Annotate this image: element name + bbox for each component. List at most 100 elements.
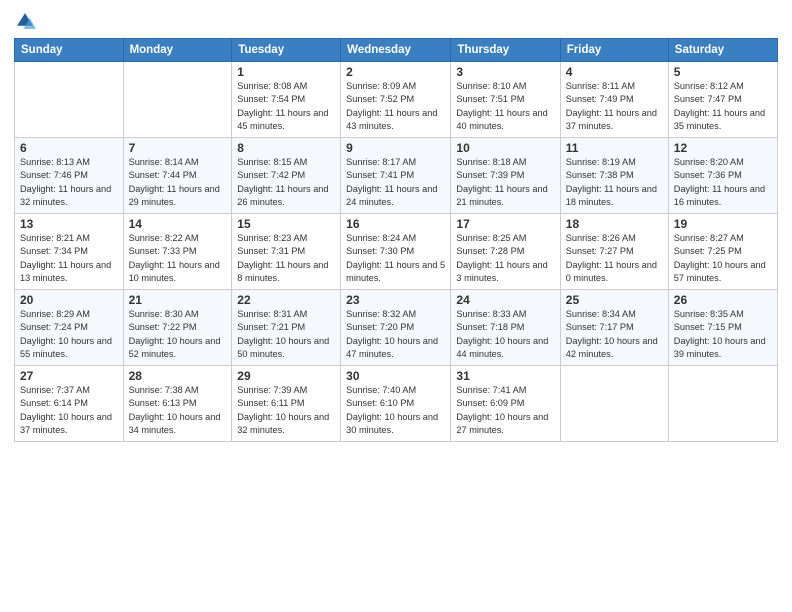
day-info: Sunrise: 8:10 AM Sunset: 7:51 PM Dayligh…	[456, 80, 554, 133]
calendar-cell: 29Sunrise: 7:39 AM Sunset: 6:11 PM Dayli…	[232, 366, 341, 442]
day-number: 29	[237, 369, 335, 383]
calendar-cell: 28Sunrise: 7:38 AM Sunset: 6:13 PM Dayli…	[123, 366, 232, 442]
calendar-cell	[668, 366, 777, 442]
day-info: Sunrise: 8:23 AM Sunset: 7:31 PM Dayligh…	[237, 232, 335, 285]
week-row-5: 27Sunrise: 7:37 AM Sunset: 6:14 PM Dayli…	[15, 366, 778, 442]
day-info: Sunrise: 7:38 AM Sunset: 6:13 PM Dayligh…	[129, 384, 227, 437]
day-number: 9	[346, 141, 445, 155]
day-number: 31	[456, 369, 554, 383]
day-info: Sunrise: 8:19 AM Sunset: 7:38 PM Dayligh…	[566, 156, 663, 209]
calendar-cell: 2Sunrise: 8:09 AM Sunset: 7:52 PM Daylig…	[341, 62, 451, 138]
day-number: 12	[674, 141, 772, 155]
calendar-cell: 16Sunrise: 8:24 AM Sunset: 7:30 PM Dayli…	[341, 214, 451, 290]
weekday-header-monday: Monday	[123, 39, 232, 62]
day-number: 15	[237, 217, 335, 231]
weekday-header-sunday: Sunday	[15, 39, 124, 62]
week-row-4: 20Sunrise: 8:29 AM Sunset: 7:24 PM Dayli…	[15, 290, 778, 366]
calendar-table: SundayMondayTuesdayWednesdayThursdayFrid…	[14, 38, 778, 442]
day-info: Sunrise: 7:37 AM Sunset: 6:14 PM Dayligh…	[20, 384, 118, 437]
calendar-cell: 15Sunrise: 8:23 AM Sunset: 7:31 PM Dayli…	[232, 214, 341, 290]
calendar-cell: 8Sunrise: 8:15 AM Sunset: 7:42 PM Daylig…	[232, 138, 341, 214]
calendar-cell	[15, 62, 124, 138]
logo-icon	[14, 10, 36, 32]
calendar-cell: 26Sunrise: 8:35 AM Sunset: 7:15 PM Dayli…	[668, 290, 777, 366]
week-row-1: 1Sunrise: 8:08 AM Sunset: 7:54 PM Daylig…	[15, 62, 778, 138]
day-number: 5	[674, 65, 772, 79]
day-number: 7	[129, 141, 227, 155]
calendar-cell: 6Sunrise: 8:13 AM Sunset: 7:46 PM Daylig…	[15, 138, 124, 214]
calendar-cell: 31Sunrise: 7:41 AM Sunset: 6:09 PM Dayli…	[451, 366, 560, 442]
weekday-header-wednesday: Wednesday	[341, 39, 451, 62]
day-number: 18	[566, 217, 663, 231]
day-info: Sunrise: 8:18 AM Sunset: 7:39 PM Dayligh…	[456, 156, 554, 209]
calendar-cell: 10Sunrise: 8:18 AM Sunset: 7:39 PM Dayli…	[451, 138, 560, 214]
day-number: 8	[237, 141, 335, 155]
calendar-cell: 4Sunrise: 8:11 AM Sunset: 7:49 PM Daylig…	[560, 62, 668, 138]
calendar-cell: 22Sunrise: 8:31 AM Sunset: 7:21 PM Dayli…	[232, 290, 341, 366]
day-info: Sunrise: 8:15 AM Sunset: 7:42 PM Dayligh…	[237, 156, 335, 209]
calendar-cell: 17Sunrise: 8:25 AM Sunset: 7:28 PM Dayli…	[451, 214, 560, 290]
day-info: Sunrise: 8:08 AM Sunset: 7:54 PM Dayligh…	[237, 80, 335, 133]
day-number: 6	[20, 141, 118, 155]
day-info: Sunrise: 8:25 AM Sunset: 7:28 PM Dayligh…	[456, 232, 554, 285]
calendar-cell: 20Sunrise: 8:29 AM Sunset: 7:24 PM Dayli…	[15, 290, 124, 366]
day-info: Sunrise: 8:21 AM Sunset: 7:34 PM Dayligh…	[20, 232, 118, 285]
day-info: Sunrise: 8:30 AM Sunset: 7:22 PM Dayligh…	[129, 308, 227, 361]
day-info: Sunrise: 8:09 AM Sunset: 7:52 PM Dayligh…	[346, 80, 445, 133]
day-info: Sunrise: 8:24 AM Sunset: 7:30 PM Dayligh…	[346, 232, 445, 285]
day-info: Sunrise: 8:17 AM Sunset: 7:41 PM Dayligh…	[346, 156, 445, 209]
calendar-cell: 23Sunrise: 8:32 AM Sunset: 7:20 PM Dayli…	[341, 290, 451, 366]
day-info: Sunrise: 8:11 AM Sunset: 7:49 PM Dayligh…	[566, 80, 663, 133]
day-number: 13	[20, 217, 118, 231]
day-info: Sunrise: 8:32 AM Sunset: 7:20 PM Dayligh…	[346, 308, 445, 361]
calendar-cell: 14Sunrise: 8:22 AM Sunset: 7:33 PM Dayli…	[123, 214, 232, 290]
calendar-cell	[560, 366, 668, 442]
day-info: Sunrise: 7:41 AM Sunset: 6:09 PM Dayligh…	[456, 384, 554, 437]
calendar-cell: 12Sunrise: 8:20 AM Sunset: 7:36 PM Dayli…	[668, 138, 777, 214]
day-info: Sunrise: 8:34 AM Sunset: 7:17 PM Dayligh…	[566, 308, 663, 361]
day-info: Sunrise: 8:33 AM Sunset: 7:18 PM Dayligh…	[456, 308, 554, 361]
day-info: Sunrise: 8:27 AM Sunset: 7:25 PM Dayligh…	[674, 232, 772, 285]
day-number: 17	[456, 217, 554, 231]
header	[14, 10, 778, 32]
day-number: 21	[129, 293, 227, 307]
calendar-cell: 13Sunrise: 8:21 AM Sunset: 7:34 PM Dayli…	[15, 214, 124, 290]
day-number: 28	[129, 369, 227, 383]
day-number: 14	[129, 217, 227, 231]
weekday-header-row: SundayMondayTuesdayWednesdayThursdayFrid…	[15, 39, 778, 62]
day-number: 11	[566, 141, 663, 155]
day-info: Sunrise: 8:13 AM Sunset: 7:46 PM Dayligh…	[20, 156, 118, 209]
page: SundayMondayTuesdayWednesdayThursdayFrid…	[0, 0, 792, 612]
day-info: Sunrise: 8:29 AM Sunset: 7:24 PM Dayligh…	[20, 308, 118, 361]
day-info: Sunrise: 8:26 AM Sunset: 7:27 PM Dayligh…	[566, 232, 663, 285]
calendar-cell: 21Sunrise: 8:30 AM Sunset: 7:22 PM Dayli…	[123, 290, 232, 366]
day-number: 22	[237, 293, 335, 307]
day-number: 4	[566, 65, 663, 79]
day-number: 10	[456, 141, 554, 155]
day-number: 16	[346, 217, 445, 231]
week-row-2: 6Sunrise: 8:13 AM Sunset: 7:46 PM Daylig…	[15, 138, 778, 214]
day-number: 27	[20, 369, 118, 383]
day-info: Sunrise: 8:12 AM Sunset: 7:47 PM Dayligh…	[674, 80, 772, 133]
day-number: 26	[674, 293, 772, 307]
calendar-cell: 5Sunrise: 8:12 AM Sunset: 7:47 PM Daylig…	[668, 62, 777, 138]
day-number: 1	[237, 65, 335, 79]
calendar-cell: 9Sunrise: 8:17 AM Sunset: 7:41 PM Daylig…	[341, 138, 451, 214]
day-info: Sunrise: 8:20 AM Sunset: 7:36 PM Dayligh…	[674, 156, 772, 209]
calendar-cell: 1Sunrise: 8:08 AM Sunset: 7:54 PM Daylig…	[232, 62, 341, 138]
day-info: Sunrise: 8:14 AM Sunset: 7:44 PM Dayligh…	[129, 156, 227, 209]
day-number: 2	[346, 65, 445, 79]
day-info: Sunrise: 7:39 AM Sunset: 6:11 PM Dayligh…	[237, 384, 335, 437]
calendar-cell: 18Sunrise: 8:26 AM Sunset: 7:27 PM Dayli…	[560, 214, 668, 290]
day-info: Sunrise: 8:22 AM Sunset: 7:33 PM Dayligh…	[129, 232, 227, 285]
week-row-3: 13Sunrise: 8:21 AM Sunset: 7:34 PM Dayli…	[15, 214, 778, 290]
day-number: 25	[566, 293, 663, 307]
day-info: Sunrise: 8:35 AM Sunset: 7:15 PM Dayligh…	[674, 308, 772, 361]
calendar-cell: 11Sunrise: 8:19 AM Sunset: 7:38 PM Dayli…	[560, 138, 668, 214]
calendar-cell: 19Sunrise: 8:27 AM Sunset: 7:25 PM Dayli…	[668, 214, 777, 290]
logo	[14, 10, 38, 32]
calendar-cell: 3Sunrise: 8:10 AM Sunset: 7:51 PM Daylig…	[451, 62, 560, 138]
day-number: 23	[346, 293, 445, 307]
calendar-cell: 25Sunrise: 8:34 AM Sunset: 7:17 PM Dayli…	[560, 290, 668, 366]
calendar-cell: 24Sunrise: 8:33 AM Sunset: 7:18 PM Dayli…	[451, 290, 560, 366]
